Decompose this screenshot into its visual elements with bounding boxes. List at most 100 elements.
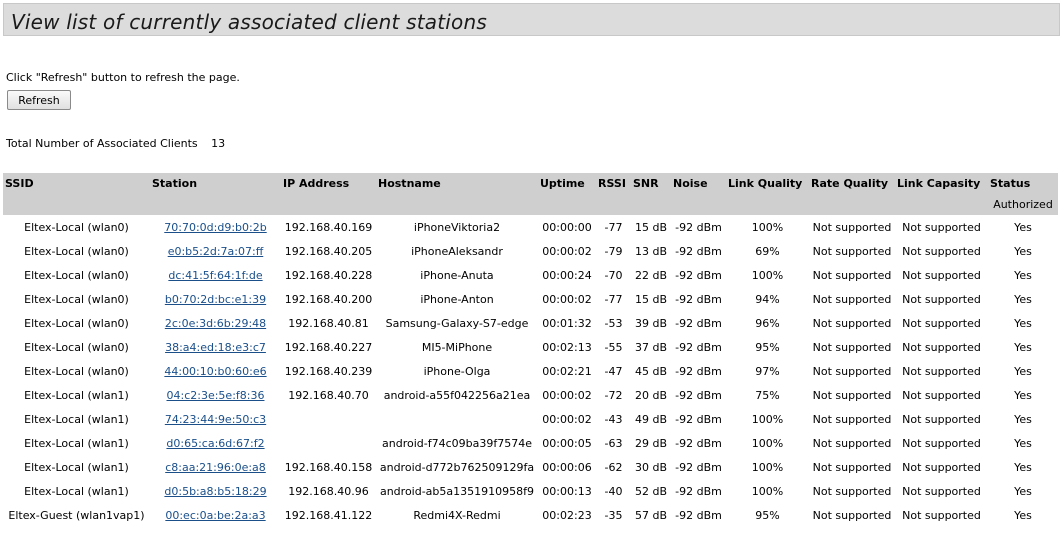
cell-rssi: -62 [604,460,623,474]
cell-link-quality: 100% [751,436,784,450]
table-header-row: SSID Station IP Address Hostname Uptime … [3,173,1058,194]
cell-ip-address: 192.168.40.169 [284,220,373,234]
table-row: Eltex-Local (wlan0) e0:b5:2d:7a:07:ff 192.… [3,239,1058,263]
cell-rssi: -55 [604,340,623,354]
table-row: Eltex-Local (wlan1) 04:c2:3e:5e:f8:36 192.… [3,383,1058,407]
cell-hostname: iPhone-Anuta [420,268,494,282]
table-row: Eltex-Local (wlan0) 44:00:10:b0:60:e6 192.… [3,359,1058,383]
cell-rate-quality: Not supported [812,508,892,522]
column-header-rate-quality: Rate Quality [809,173,895,194]
cell-snr: 49 dB [634,412,668,426]
cell-hostname: android-d772b762509129fa [379,460,535,474]
cell-hostname: android-a55f042256a21ea [383,388,531,402]
table-row: Eltex-Local (wlan0) 70:70:0d:d9:b0:2b 192.… [3,215,1058,239]
cell-ssid: Eltex-Guest (wlan1vap1) [8,508,145,522]
cell-uptime: 00:00:06 [542,460,592,474]
cell-link-capacity: Not supported [902,364,981,378]
station-mac-link[interactable]: b0:70:2d:bc:e1:39 [165,293,266,306]
cell-ip-address: 192.168.40.81 [288,316,369,330]
cell-status-authorized: Yes [1014,436,1032,450]
station-mac-link[interactable]: 70:70:0d:d9:b0:2b [164,221,266,234]
station-mac-link[interactable]: dc:41:5f:64:1f:de [168,269,262,282]
cell-link-capacity: Not supported [902,484,981,498]
cell-link-quality: 96% [755,316,780,330]
cell-rate-quality: Not supported [812,412,892,426]
cell-ssid: Eltex-Local (wlan1) [24,436,129,450]
cell-ssid: Eltex-Local (wlan0) [24,244,129,258]
table-row: Eltex-Local (wlan1) 74:23:44:9e:50:c3 00:0… [3,407,1058,431]
cell-link-capacity: Not supported [902,220,981,234]
station-mac-link[interactable]: d0:5b:a8:b5:18:29 [164,485,266,498]
column-header-status: Status [988,173,1058,194]
station-mac-link[interactable]: 2c:0e:3d:6b:29:48 [165,317,266,330]
refresh-button[interactable]: Refresh [7,90,71,110]
cell-noise: -92 dBm [675,388,722,402]
cell-status-authorized: Yes [1014,460,1032,474]
cell-station: d0:5b:a8:b5:18:29 [150,479,281,503]
column-header-link-quality: Link Quality [726,173,809,194]
station-mac-link[interactable]: 04:c2:3e:5e:f8:36 [167,389,265,402]
cell-rssi: -43 [604,412,623,426]
table-row: Eltex-Local (wlan1) c8:aa:21:96:0e:a8 192.… [3,455,1058,479]
cell-link-quality: 69% [755,244,780,258]
cell-uptime: 00:00:05 [542,436,592,450]
page-header: View list of currently associated client… [3,3,1060,36]
cell-station: dc:41:5f:64:1f:de [150,263,281,287]
station-mac-link[interactable]: 00:ec:0a:be:2a:a3 [165,509,265,522]
cell-snr: 52 dB [634,484,668,498]
station-mac-link[interactable]: 44:00:10:b0:60:e6 [164,365,266,378]
cell-rate-quality: Not supported [812,220,892,234]
cell-station: d0:65:ca:6d:67:f2 [150,431,281,455]
station-mac-link[interactable]: c8:aa:21:96:0e:a8 [165,461,266,474]
cell-link-quality: 94% [755,292,780,306]
cell-rssi: -77 [604,220,623,234]
cell-rate-quality: Not supported [812,268,892,282]
cell-noise: -92 dBm [675,436,722,450]
cell-rate-quality: Not supported [812,316,892,330]
cell-link-quality: 100% [751,220,784,234]
column-header-rssi: RSSI [596,173,631,194]
cell-snr: 13 dB [634,244,668,258]
cell-ip-address: 192.168.40.200 [284,292,373,306]
cell-station: 70:70:0d:d9:b0:2b [150,215,281,239]
table-row: Eltex-Local (wlan0) b0:70:2d:bc:e1:39 192.… [3,287,1058,311]
cell-noise: -92 dBm [675,412,722,426]
cell-status-authorized: Yes [1014,484,1032,498]
cell-status-authorized: Yes [1014,316,1032,330]
cell-hostname: iPhoneAleksandr [411,244,503,258]
cell-ssid: Eltex-Local (wlan1) [24,484,129,498]
cell-snr: 29 dB [634,436,668,450]
cell-snr: 15 dB [634,292,668,306]
cell-link-capacity: Not supported [902,460,981,474]
cell-ip-address: 192.168.40.70 [288,388,369,402]
cell-station: e0:b5:2d:7a:07:ff [150,239,281,263]
cell-status-authorized: Yes [1014,364,1032,378]
cell-ip-address: 192.168.41.122 [284,508,373,522]
cell-link-capacity: Not supported [902,340,981,354]
station-mac-link[interactable]: e0:b5:2d:7a:07:ff [168,245,264,258]
station-mac-link[interactable]: 38:a4:ed:18:e3:c7 [165,341,266,354]
cell-ip-address: 192.168.40.205 [284,244,373,258]
cell-link-capacity: Not supported [902,316,981,330]
cell-hostname [376,407,538,431]
cell-link-capacity: Not supported [902,508,981,522]
table-row: Eltex-Local (wlan0) dc:41:5f:64:1f:de 192.… [3,263,1058,287]
cell-status-authorized: Yes [1014,292,1032,306]
cell-uptime: 00:00:02 [542,388,592,402]
station-mac-link[interactable]: d0:65:ca:6d:67:f2 [166,437,264,450]
column-subheader-authorized: Authorized [988,194,1058,215]
cell-noise: -92 dBm [675,364,722,378]
table-row: Eltex-Local (wlan0) 38:a4:ed:18:e3:c7 192.… [3,335,1058,359]
cell-status-authorized: Yes [1014,244,1032,258]
cell-status-authorized: Yes [1014,388,1032,402]
column-header-snr: SNR [631,173,671,194]
cell-ip-address: 192.168.40.158 [284,460,373,474]
cell-uptime: 00:02:23 [542,508,592,522]
cell-station: b0:70:2d:bc:e1:39 [150,287,281,311]
cell-noise: -92 dBm [675,316,722,330]
cell-snr: 15 dB [634,220,668,234]
station-mac-link[interactable]: 74:23:44:9e:50:c3 [165,413,266,426]
cell-noise: -92 dBm [675,484,722,498]
cell-noise: -92 dBm [675,244,722,258]
cell-uptime: 00:00:02 [542,244,592,258]
